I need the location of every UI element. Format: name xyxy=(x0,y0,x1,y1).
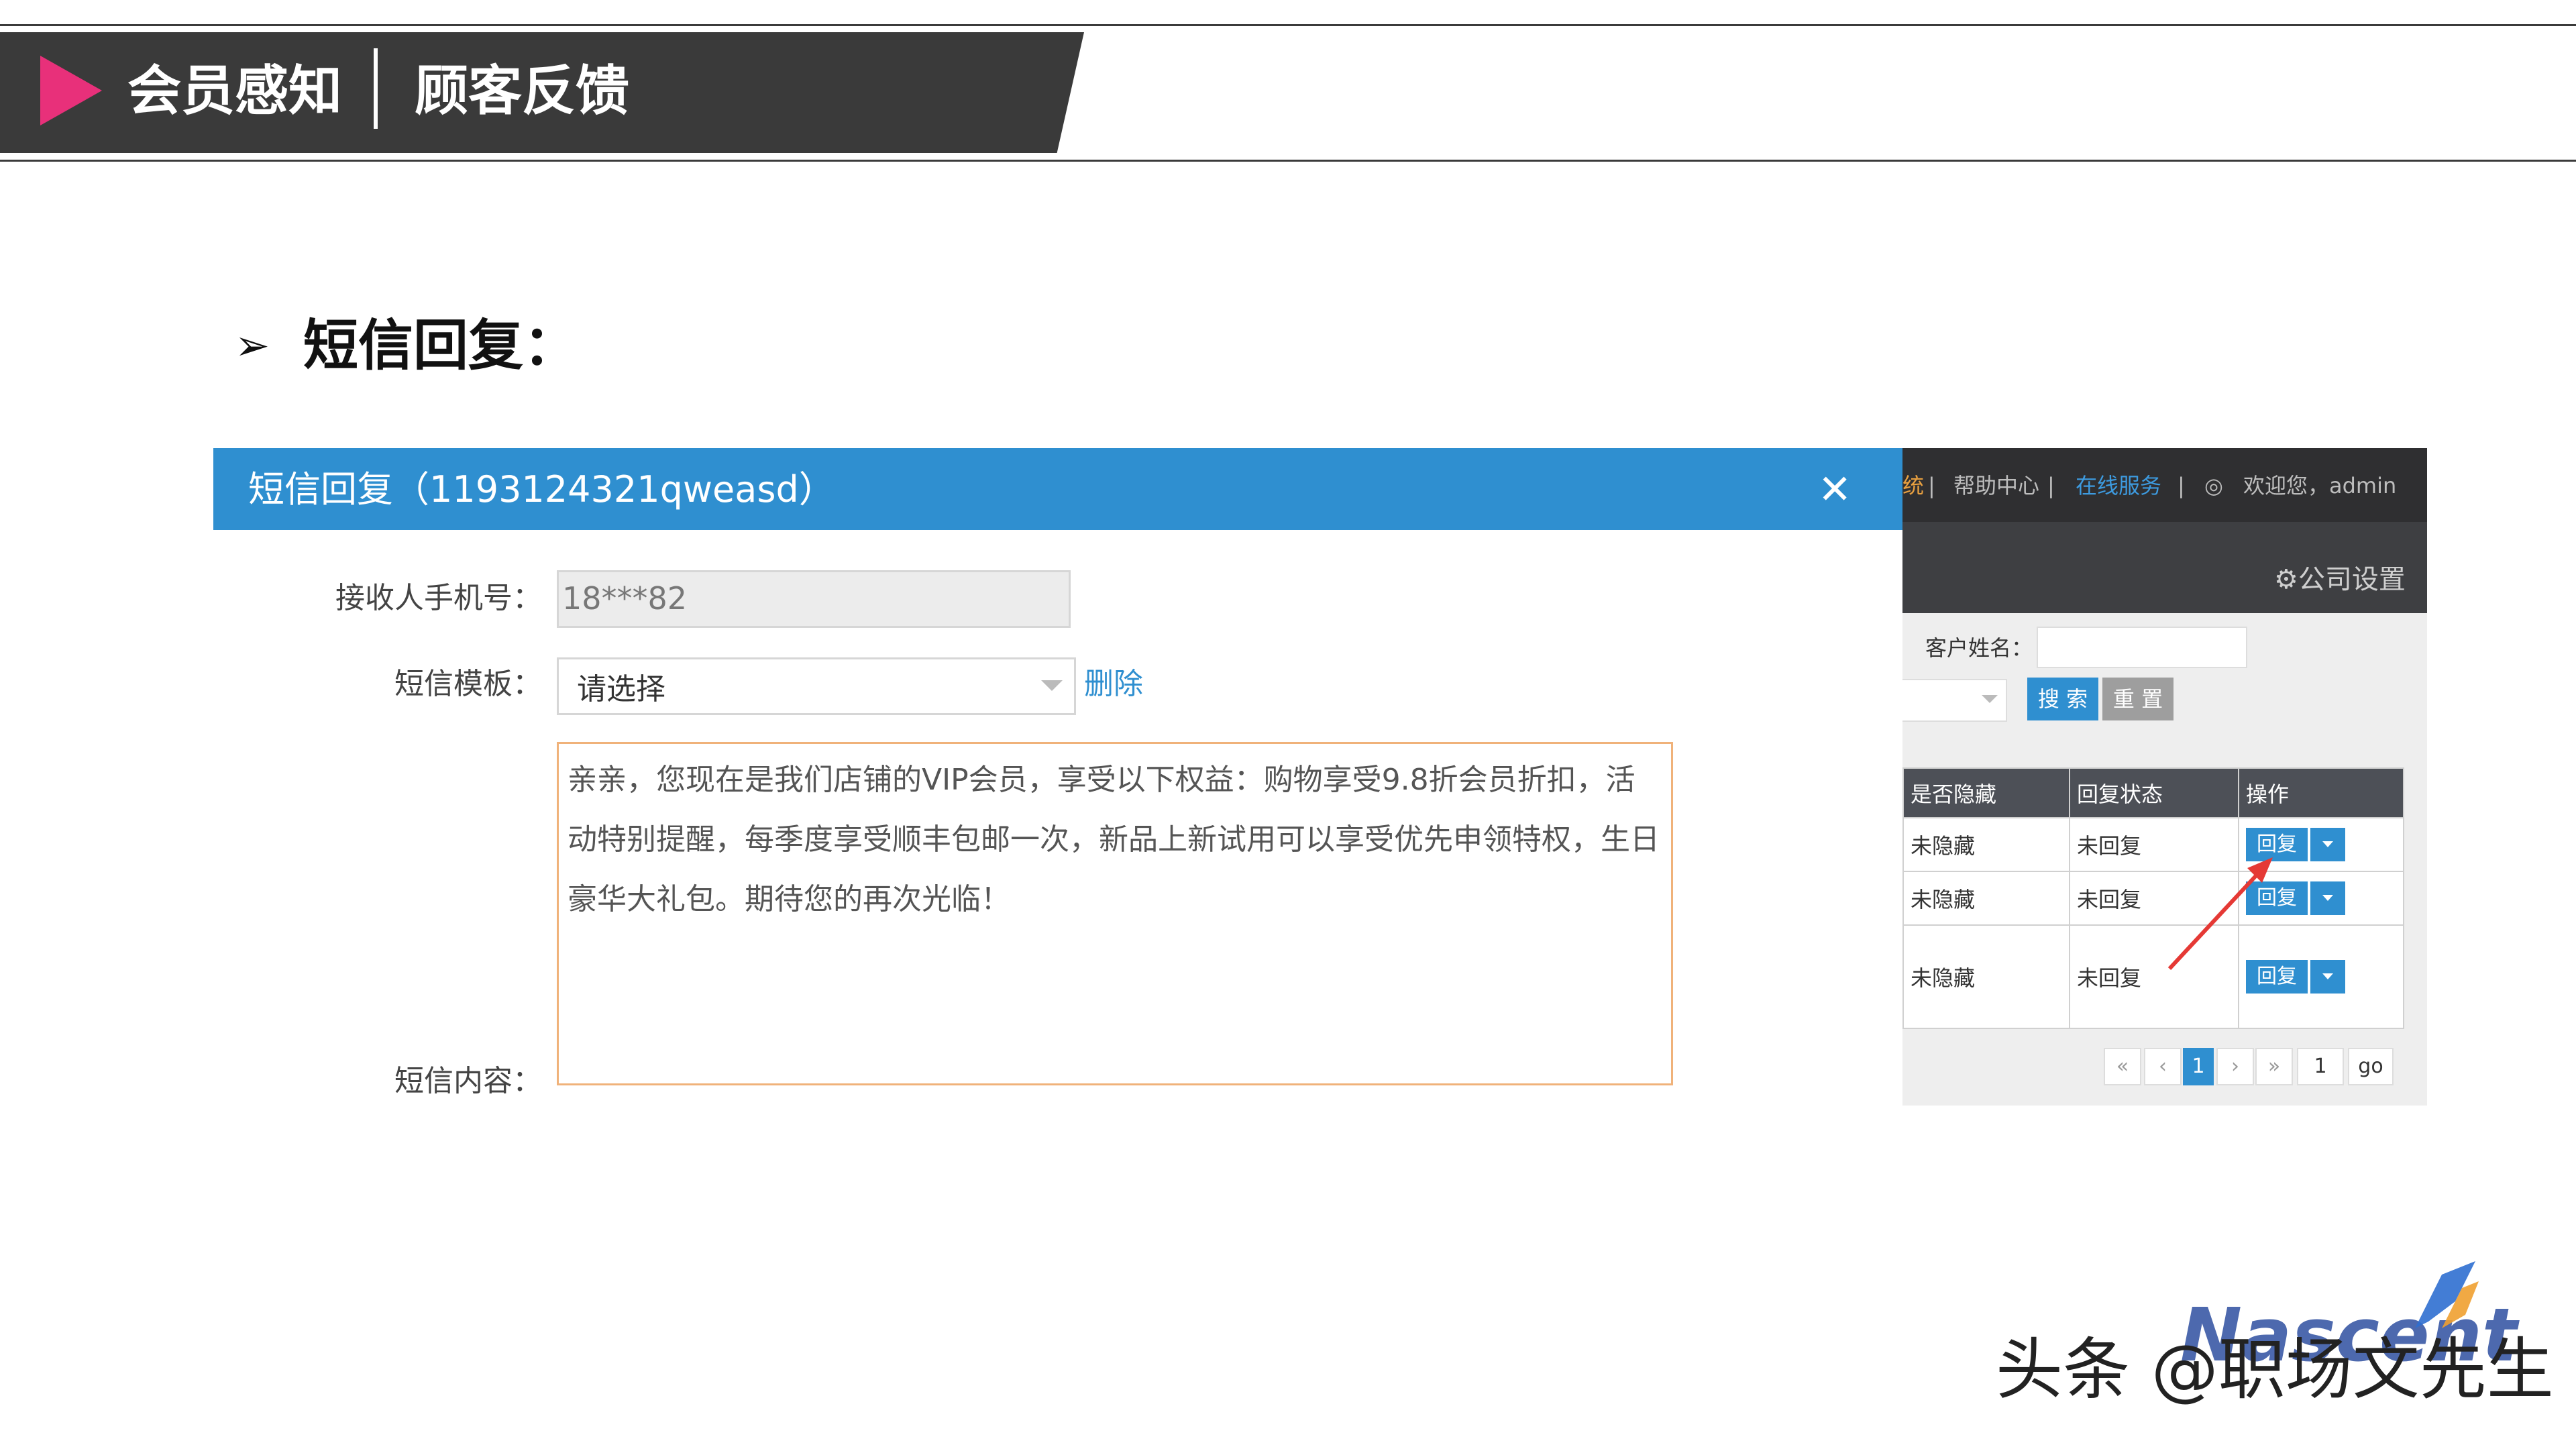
topbar-separator: | xyxy=(1928,473,1935,498)
phone-value: 18***82 xyxy=(562,580,688,616)
cell-hidden: 未隐藏 xyxy=(1902,924,2070,1029)
chevron-down-icon[interactable] xyxy=(2310,828,2345,861)
chevron-down-icon[interactable] xyxy=(1982,695,1998,703)
header-separator xyxy=(374,48,378,129)
header-title: 顾客反馈 xyxy=(415,60,629,122)
page-number-input[interactable]: 1 xyxy=(2297,1048,2344,1085)
content-label: 短信内容： xyxy=(394,1064,542,1098)
first-page-button[interactable]: « xyxy=(2104,1048,2141,1085)
chevron-down-icon[interactable] xyxy=(2310,960,2345,994)
bullet-arrow-icon: ➢ xyxy=(235,321,270,370)
chevron-down-icon[interactable] xyxy=(2310,881,2345,915)
column-header-hidden: 是否隐藏 xyxy=(1902,767,2070,818)
template-select-value: 请选择 xyxy=(577,672,665,706)
header-bottom-rule xyxy=(0,160,2576,162)
customer-name-label: 客户姓名： xyxy=(1925,635,2033,661)
slide-subtitle: 短信回复： xyxy=(303,314,579,378)
topbar-separator: | xyxy=(2047,473,2055,498)
logo-flag-icon xyxy=(2415,1261,2479,1328)
search-button[interactable]: 搜 索 xyxy=(2027,678,2098,720)
column-header-reply-status: 回复状态 xyxy=(2069,767,2239,818)
phone-label: 接收人手机号： xyxy=(335,581,542,615)
header-section: 会员感知 xyxy=(127,60,342,122)
annotation-arrow-icon xyxy=(2167,857,2273,971)
current-page-button[interactable]: 1 xyxy=(2183,1048,2214,1085)
topbar-link-help[interactable]: 帮助中心 xyxy=(1953,472,2039,499)
reset-button[interactable]: 重 置 xyxy=(2102,678,2174,720)
play-triangle-icon xyxy=(40,56,102,125)
prev-page-button[interactable]: ‹ xyxy=(2144,1048,2182,1085)
last-page-button[interactable]: » xyxy=(2255,1048,2293,1085)
customer-name-input[interactable] xyxy=(2037,627,2247,668)
content-textarea-value: 亲亲，您现在是我们店铺的VIP会员，享受以下权益：购物享受9.8折会员折扣，活动… xyxy=(568,763,1660,916)
template-label: 短信模板： xyxy=(394,667,542,701)
cell-hidden: 未隐藏 xyxy=(1902,871,2070,926)
go-button[interactable]: go xyxy=(2348,1048,2394,1085)
delete-link[interactable]: 删除 xyxy=(1084,664,1143,704)
watermark-text: 头条 @职场文先生 xyxy=(1996,1330,2554,1409)
next-page-button[interactable]: › xyxy=(2216,1048,2254,1085)
cell-hidden: 未隐藏 xyxy=(1902,817,2070,872)
dialog-title: 短信回复（1193124321qweasd） xyxy=(248,468,835,511)
topbar-link-system[interactable]: 统 xyxy=(1902,472,1924,499)
chevron-down-icon[interactable] xyxy=(1041,680,1063,691)
welcome-text[interactable]: 欢迎您，admin xyxy=(2243,472,2396,499)
close-icon[interactable]: ✕ xyxy=(1818,466,1851,514)
user-icon: ◎ xyxy=(2204,473,2223,498)
topbar-separator: | xyxy=(2178,473,2185,498)
company-settings-link[interactable]: ⚙公司设置 xyxy=(2274,562,2406,597)
column-header-action: 操作 xyxy=(2238,767,2404,818)
header-top-rule xyxy=(0,24,2576,26)
topbar-link-online-service[interactable]: 在线服务 xyxy=(2076,472,2161,499)
